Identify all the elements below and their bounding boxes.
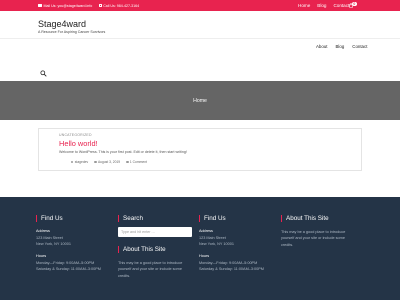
page-hero: Home — [0, 81, 400, 120]
footer-address-label: Address — [36, 229, 50, 233]
header-divider — [0, 38, 400, 39]
footer-find-us-left: Find Us Address 123 Main Street New York… — [36, 215, 112, 272]
post-author-name: stagedev — [74, 160, 89, 164]
top-bar: Mail Us: you@stage4ward.info Call Us: 98… — [0, 0, 400, 11]
footer-about-heading-right: About This Site — [281, 215, 361, 222]
top-phone-text: Call Us: 984-427-3164 — [103, 3, 140, 8]
post-comments[interactable]: 1 Comment — [126, 160, 147, 164]
page-title: Home — [193, 98, 207, 104]
mail-icon — [38, 4, 42, 8]
post-date-text: August 3, 2019 — [97, 160, 121, 164]
footer-hours-line2: Saturday & Sunday: 11:00AM–3:00PM — [36, 266, 101, 271]
calendar-icon — [94, 160, 97, 164]
top-nav: Home Blog Contact — [298, 2, 349, 9]
footer-find-us-right: Find Us Address 123 Main Street New York… — [199, 215, 275, 272]
footer-find-us-heading: Find Us — [36, 215, 112, 222]
footer-hours-label-right: Hours — [199, 253, 210, 258]
footer-search-input[interactable]: Type and hit enter ... — [118, 227, 192, 237]
site-footer: Find Us Address 123 Main Street New York… — [0, 197, 400, 300]
top-phone[interactable]: Call Us: 984-427-3164 — [99, 4, 139, 8]
top-nav-blog[interactable]: Blog — [317, 3, 326, 8]
comment-icon — [126, 160, 129, 164]
cart-count-badge: 0 — [352, 1, 357, 7]
cart-button[interactable]: 0 — [348, 1, 357, 9]
top-nav-contact[interactable]: Contact — [333, 3, 349, 8]
top-email-text: Mail Us: you@stage4ward.info — [43, 3, 93, 8]
top-email[interactable]: Mail Us: you@stage4ward.info — [38, 4, 92, 8]
phone-icon — [99, 3, 102, 8]
footer-find-us-heading-right: Find Us — [199, 215, 275, 222]
main-nav-blog[interactable]: Blog — [335, 44, 344, 49]
post-excerpt: Welcome to WordPress. This is your first… — [59, 150, 187, 154]
footer-search-heading: Search — [118, 215, 194, 222]
main-nav-contact[interactable]: Contact — [352, 44, 367, 49]
post-card: UNCATEGORIZED Hello world! Welcome to Wo… — [38, 128, 362, 171]
post-title[interactable]: Hello world! — [59, 139, 98, 148]
footer-hours-right-line2: Saturday & Sunday: 11:00AM–3:00PM — [199, 266, 264, 271]
search-icon — [40, 70, 47, 77]
header-search-button[interactable] — [40, 64, 48, 77]
footer-about-mid-line3: credits. — [118, 273, 131, 278]
footer-address-label-right: Address — [199, 229, 213, 233]
top-nav-home[interactable]: Home — [298, 3, 310, 8]
footer-search-widget: Search Type and hit enter ... About This… — [118, 215, 194, 279]
site-tagline: A Resource For Aspiring Cancer Survivors — [38, 30, 106, 34]
post-author[interactable]: stagedev — [71, 160, 88, 164]
footer-about-right: About This Site This may be a good place… — [281, 215, 361, 248]
footer-hours-label: Hours — [36, 253, 47, 258]
post-category[interactable]: UNCATEGORIZED — [59, 133, 92, 137]
footer-about-right-line3: credits. — [281, 242, 294, 247]
user-icon — [71, 160, 74, 164]
top-contact: Mail Us: you@stage4ward.info Call Us: 98… — [38, 4, 139, 8]
site-title[interactable]: Stage4ward — [38, 19, 86, 29]
post-meta: stagedev August 3, 2019 1 Comment — [71, 160, 147, 164]
post-date[interactable]: August 3, 2019 — [94, 160, 120, 164]
main-nav-about[interactable]: About — [316, 44, 327, 49]
footer-about-heading-mid: About This Site — [118, 246, 194, 253]
post-comments-text: 1 Comment — [129, 160, 147, 164]
main-nav: About Blog Contact — [316, 44, 367, 49]
